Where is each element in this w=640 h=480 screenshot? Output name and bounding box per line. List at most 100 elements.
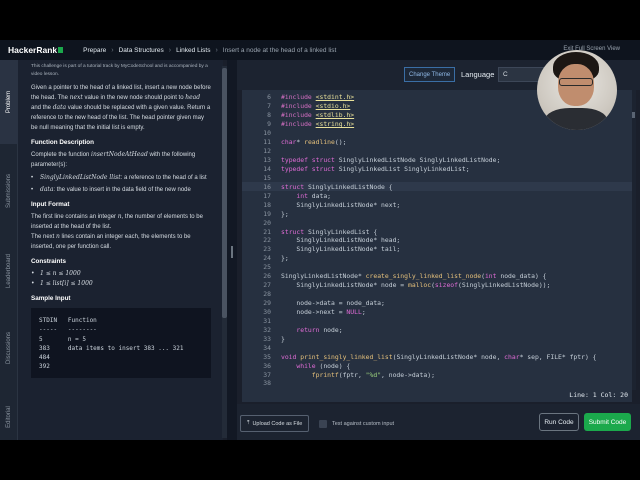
crumb-linked-lists[interactable]: Linked Lists xyxy=(176,47,210,54)
upload-icon: ⤒ xyxy=(247,420,250,426)
change-theme-button[interactable]: Change Theme xyxy=(404,67,456,82)
input-format-1: The first line contains an integer n, th… xyxy=(31,213,203,230)
line-number: 27 xyxy=(263,281,271,290)
code-line[interactable]: 22 SinglyLinkedListNode* head; xyxy=(242,236,632,245)
line-text: struct SinglyLinkedList { xyxy=(281,227,378,236)
line-number: 13 xyxy=(263,156,271,165)
line-text: return node; xyxy=(296,325,343,334)
tab-discussions[interactable]: Discussions xyxy=(0,316,18,380)
line-number: 23 xyxy=(263,245,271,254)
function-description: Complete the function insertNodeAtHead w… xyxy=(31,151,196,168)
upload-code-button[interactable]: ⤒ Upload Code as File xyxy=(240,415,310,432)
side-tabs: Problem Submissions Leaderboard Discussi… xyxy=(0,60,18,440)
cursor-position: Line: 1 Col: 20 xyxy=(569,391,628,399)
tab-problem[interactable]: Problem xyxy=(0,60,18,144)
problem-panel: This challenge is part of a tutorial tra… xyxy=(18,60,223,440)
param-item: data: the value to insert in the data fi… xyxy=(31,185,211,195)
code-line[interactable]: 29 node->data = node_data; xyxy=(242,299,632,308)
code-line[interactable]: 23 SinglyLinkedListNode* tail; xyxy=(242,245,632,254)
code-line[interactable]: 26 SinglyLinkedListNode* create_singly_li… xyxy=(242,272,632,281)
input-format-heading: Input Format xyxy=(31,201,70,208)
constraint-item: 1 ≤ list[i] ≤ 1000 xyxy=(31,279,211,289)
app-window: HackerRank Prepare › Data Structures › L… xyxy=(0,40,640,440)
code-line[interactable]: 10 xyxy=(242,129,632,138)
line-text: #include <string.h> xyxy=(281,120,355,129)
line-text: while (node) { xyxy=(296,361,351,370)
line-text: typedef struct SinglyLinkedListNode Sing… xyxy=(281,156,501,165)
line-text: #include <stdlib.h> xyxy=(281,111,355,120)
code-line[interactable]: 17 int data; xyxy=(242,191,632,200)
line-number: 17 xyxy=(263,191,271,200)
crumb-prepare[interactable]: Prepare xyxy=(83,47,106,54)
chevron-right-icon: › xyxy=(111,46,114,54)
code-line[interactable]: 13 typedef struct SinglyLinkedListNode Si… xyxy=(242,156,632,165)
tutorial-note: This challenge is part of a tutorial tra… xyxy=(31,64,208,77)
line-number: 37 xyxy=(263,370,271,379)
line-text: node->next = NULL; xyxy=(281,307,366,316)
sample-input-heading: Sample Input xyxy=(31,295,71,302)
code-lines: 6 #include <stdint.h> 7 #include <stdio.h> 8… xyxy=(242,93,632,388)
chevron-right-icon: › xyxy=(168,46,172,54)
code-line[interactable]: 12 xyxy=(242,147,632,156)
line-text: fprintf(fptr, "%d", node->data); xyxy=(311,370,435,379)
code-line[interactable]: 34 xyxy=(242,343,632,352)
code-line[interactable]: 30 node->next = NULL; xyxy=(242,308,632,317)
code-line[interactable]: 31 xyxy=(242,316,632,325)
code-line[interactable]: 11 char* readline(); xyxy=(242,138,632,147)
hackerrank-logo[interactable]: HackerRank xyxy=(8,45,64,55)
tab-submissions[interactable]: Submissions xyxy=(0,158,18,224)
breadcrumb: Prepare › Data Structures › Linked Lists… xyxy=(83,47,336,54)
code-line[interactable]: 21 struct SinglyLinkedList { xyxy=(242,227,632,236)
code-line[interactable]: 16 struct SinglyLinkedListNode { xyxy=(242,182,632,192)
crumb-data-structures[interactable]: Data Structures xyxy=(119,47,164,54)
logo-mark-icon xyxy=(58,47,64,53)
line-text: node->data = node_data; xyxy=(281,299,385,308)
line-text: void print_singly_linked_list(SinglyLink… xyxy=(281,352,597,361)
code-line[interactable]: 27 SinglyLinkedListNode* node = malloc(s… xyxy=(242,281,632,290)
line-number: 18 xyxy=(263,200,271,209)
code-line[interactable]: 18 SinglyLinkedListNode* next; xyxy=(242,200,632,209)
code-line[interactable]: 25 xyxy=(242,263,632,272)
submit-code-button[interactable]: Submit Code xyxy=(584,413,631,431)
code-line[interactable]: 32 return node; xyxy=(242,325,632,334)
code-line[interactable]: 36 while (node) { xyxy=(242,361,632,370)
line-text: SinglyLinkedListNode* tail; xyxy=(281,245,401,254)
code-line[interactable]: 33} xyxy=(242,334,632,343)
editor-scrollbar[interactable] xyxy=(632,90,636,390)
line-number: 7 xyxy=(267,102,271,111)
line-number: 25 xyxy=(263,263,271,272)
code-line[interactable]: 19}; xyxy=(242,209,632,218)
pane-divider[interactable] xyxy=(227,60,237,440)
code-line[interactable]: 28 xyxy=(242,290,632,299)
code-line[interactable]: 15 xyxy=(242,173,632,182)
custom-input-checkbox[interactable] xyxy=(319,420,327,428)
function-description-heading: Function Description xyxy=(31,139,94,146)
line-number: 28 xyxy=(263,290,271,299)
line-number: 35 xyxy=(263,352,271,361)
line-number: 19 xyxy=(263,209,271,218)
constraint-list: 1 ≤ n ≤ 1000 1 ≤ list[i] ≤ 1000 xyxy=(31,269,211,289)
scrollbar-thumb[interactable] xyxy=(632,112,635,118)
custom-input-label: Test against custom input xyxy=(332,421,395,427)
code-editor[interactable]: 6 #include <stdint.h> 7 #include <stdio.h> 8… xyxy=(242,90,632,390)
tab-leaderboard[interactable]: Leaderboard xyxy=(0,238,18,304)
line-text: }; xyxy=(281,209,289,218)
language-label: Language xyxy=(461,70,495,79)
line-text: SinglyLinkedListNode* next; xyxy=(281,200,401,209)
code-line[interactable]: 20 xyxy=(242,218,632,227)
code-line[interactable]: 35 void print_singly_linked_list(SinglyLi… xyxy=(242,352,632,361)
editor-actions: ⤒ Upload Code as File Test against custom… xyxy=(237,404,640,440)
constraints-heading: Constraints xyxy=(31,258,66,265)
line-text: char* readline(); xyxy=(281,138,347,147)
crumb-current: Insert a node at the head of a linked li… xyxy=(222,46,337,54)
line-number: 10 xyxy=(263,129,271,138)
chevron-right-icon: › xyxy=(215,46,218,54)
code-line[interactable]: 24}; xyxy=(242,254,632,263)
line-number: 26 xyxy=(263,272,271,281)
run-code-button[interactable]: Run Code xyxy=(539,413,579,431)
line-number: 33 xyxy=(263,334,271,343)
tab-editorial[interactable]: Editorial xyxy=(0,394,18,440)
code-line[interactable]: 14 typedef struct SinglyLinkedList Singly… xyxy=(242,165,632,174)
code-line[interactable]: 37 fprintf(fptr, "%d", node->data); xyxy=(242,370,632,379)
code-line[interactable]: 38 xyxy=(242,379,632,388)
